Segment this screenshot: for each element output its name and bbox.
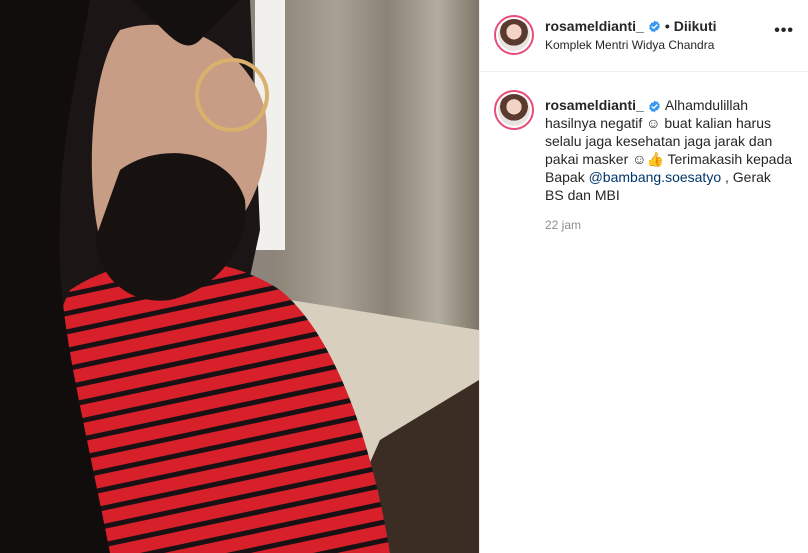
caption-author-avatar[interactable] xyxy=(494,90,534,130)
caption-author-avatar-image xyxy=(498,94,530,126)
author-avatar-image xyxy=(498,19,530,51)
post-location-link[interactable]: Komplek Mentri Widya Chandra xyxy=(545,38,714,52)
post-details-panel: rosameldianti_ • Diikuti Komplek Mentri … xyxy=(479,0,808,553)
author-avatar[interactable] xyxy=(494,15,534,55)
post-photo xyxy=(0,0,479,553)
caption-text: rosameldianti_ Alhamdulillah hasilnya ne… xyxy=(545,96,793,204)
author-username[interactable]: rosameldianti_ xyxy=(545,18,644,34)
author-row: rosameldianti_ • Diikuti xyxy=(545,18,717,34)
more-options-icon[interactable]: ••• xyxy=(774,22,794,40)
post-header: rosameldianti_ • Diikuti Komplek Mentri … xyxy=(480,0,808,72)
verified-badge-icon xyxy=(648,20,660,32)
verified-badge-icon xyxy=(648,100,660,113)
caption-timestamp: 22 jam xyxy=(545,218,582,232)
caption-username[interactable]: rosameldianti_ xyxy=(545,97,644,113)
caption-mention-link[interactable]: @bambang.soesatyo xyxy=(589,169,722,185)
follow-status-button[interactable]: Diikuti xyxy=(674,18,717,34)
post-media[interactable] xyxy=(0,0,479,553)
separator-dot: • xyxy=(664,18,670,34)
